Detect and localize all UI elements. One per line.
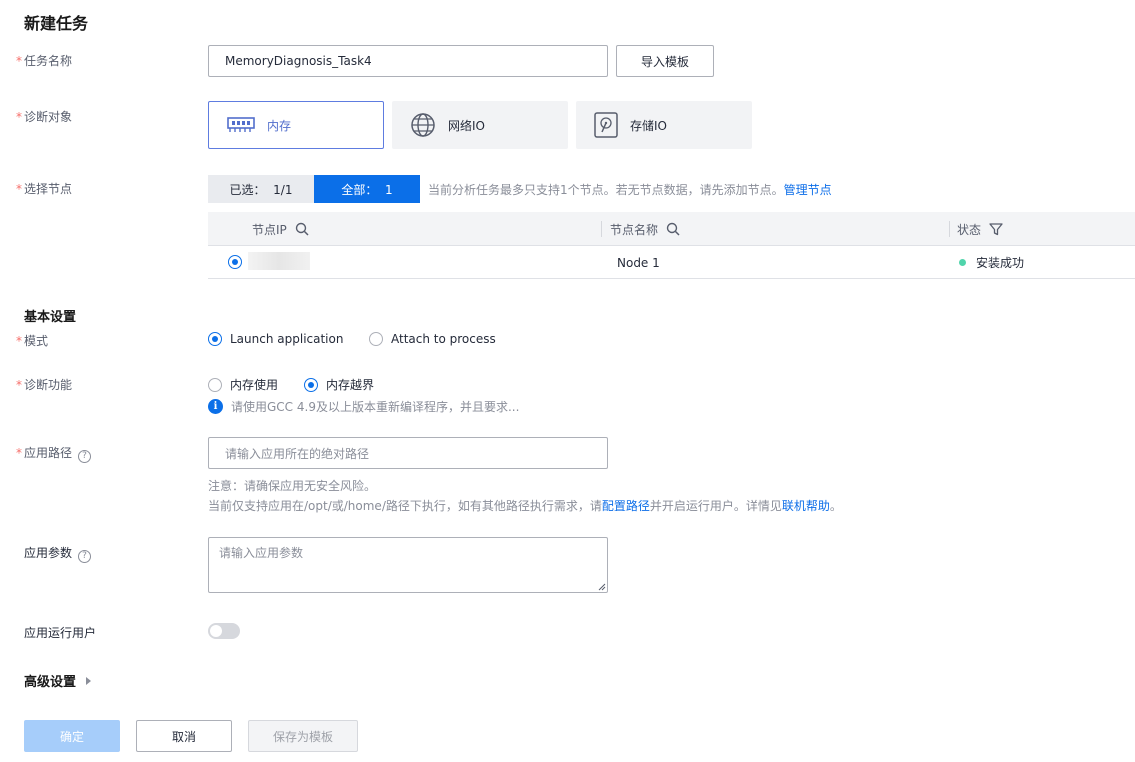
app-path-note-detail: 当前仅支持应用在/opt/或/home/路径下执行，如有其他路径执行需求，请配置… <box>208 499 842 513</box>
resize-handle-icon[interactable] <box>598 583 606 591</box>
radio-circle <box>304 377 318 392</box>
advanced-settings-toggle[interactable]: 高级设置 <box>24 671 92 690</box>
required-mark: * <box>16 110 22 124</box>
function-memory-overflow-radio[interactable]: 内存越界 <box>304 376 374 393</box>
basic-settings-title: 基本设置 <box>24 310 77 325</box>
page-title: 新建任务 <box>24 14 89 33</box>
node-ip-masked <box>248 252 310 270</box>
save-template-button[interactable]: 保存为模板 <box>248 720 358 752</box>
caret-right-icon <box>86 676 92 685</box>
radio-circle <box>208 377 222 392</box>
help-icon[interactable]: ? <box>78 449 92 463</box>
globe-icon <box>411 113 435 137</box>
mode-label: * 模式 <box>16 334 49 348</box>
cancel-button[interactable]: 取消 <box>136 720 232 752</box>
mode-launch-radio[interactable]: Launch application <box>208 332 343 346</box>
diag-target-label: * 诊断对象 <box>16 110 73 124</box>
required-mark: * <box>16 334 22 348</box>
function-memory-usage-radio[interactable]: 内存使用 <box>208 376 278 393</box>
config-path-link[interactable]: 配置路径 <box>602 499 650 513</box>
node-limit-hint: 当前分析任务最多只支持1个节点。若无节点数据，请先添加节点。管理节点 <box>428 183 832 197</box>
node-status-cell: 安装成功 <box>959 246 1024 279</box>
help-icon[interactable]: ? <box>78 549 92 563</box>
target-option-label: 内存 <box>267 118 292 133</box>
app-params-label: 应用参数? <box>24 544 92 563</box>
radio-circle <box>228 255 242 269</box>
status-dot <box>959 259 966 266</box>
app-path-label: * 应用路径? <box>16 444 92 463</box>
app-path-input[interactable]: 请输入应用所在的绝对路径 <box>208 437 608 469</box>
required-mark: * <box>16 446 22 460</box>
target-option-memory[interactable]: 内存 <box>208 101 384 149</box>
info-icon: i <box>208 399 223 414</box>
search-icon[interactable] <box>666 222 680 236</box>
col-status: 状态 <box>957 212 1003 246</box>
manage-nodes-link[interactable]: 管理节点 <box>784 183 832 197</box>
tab-selected-nodes[interactable]: 已选： 1/1 <box>208 175 314 203</box>
required-mark: * <box>16 54 22 68</box>
table-row[interactable]: Node 1 安装成功 <box>208 246 1135 279</box>
target-option-storage[interactable]: 存储IO <box>576 101 752 149</box>
required-mark: * <box>16 182 22 196</box>
required-mark: * <box>16 378 22 392</box>
target-option-label: 网络IO <box>448 118 485 133</box>
target-option-label: 存储IO <box>630 118 667 133</box>
run-user-label: 应用运行用户 <box>24 626 97 640</box>
function-label: * 诊断功能 <box>16 378 73 392</box>
radio-circle <box>208 332 222 346</box>
disk-icon <box>594 112 618 138</box>
task-name-input[interactable]: MemoryDiagnosis_Task4 <box>208 45 608 77</box>
column-divider <box>601 221 602 237</box>
app-path-note: 注意：请确保应用无安全风险。 <box>208 479 377 493</box>
task-name-label: * 任务名称 <box>16 54 73 68</box>
gcc-info: i 请使用GCC 4.9及以上版本重新编译程序，并且要求... <box>208 398 519 415</box>
node-table-header: 节点IP 节点名称 状态 <box>208 212 1135 246</box>
column-divider <box>949 221 950 237</box>
import-template-button[interactable]: 导入模板 <box>616 45 714 77</box>
filter-icon[interactable] <box>989 222 1003 236</box>
node-row-radio[interactable] <box>228 255 250 269</box>
online-help-link[interactable]: 联机帮助 <box>782 499 830 513</box>
node-select-label: * 选择节点 <box>16 182 73 196</box>
run-user-toggle[interactable] <box>208 623 240 639</box>
col-node-name: 节点名称 <box>610 212 680 246</box>
memory-icon <box>227 117 255 132</box>
app-params-textarea[interactable]: 请输入应用参数 <box>208 537 608 593</box>
mode-attach-radio[interactable]: Attach to process <box>369 332 496 346</box>
node-name-cell: Node 1 <box>617 255 660 270</box>
tab-all-nodes[interactable]: 全部： 1 <box>314 175 420 203</box>
search-icon[interactable] <box>295 222 309 236</box>
confirm-button[interactable]: 确定 <box>24 720 120 752</box>
target-option-network[interactable]: 网络IO <box>392 101 568 149</box>
col-node-ip: 节点IP <box>252 212 309 246</box>
radio-circle <box>369 332 383 346</box>
